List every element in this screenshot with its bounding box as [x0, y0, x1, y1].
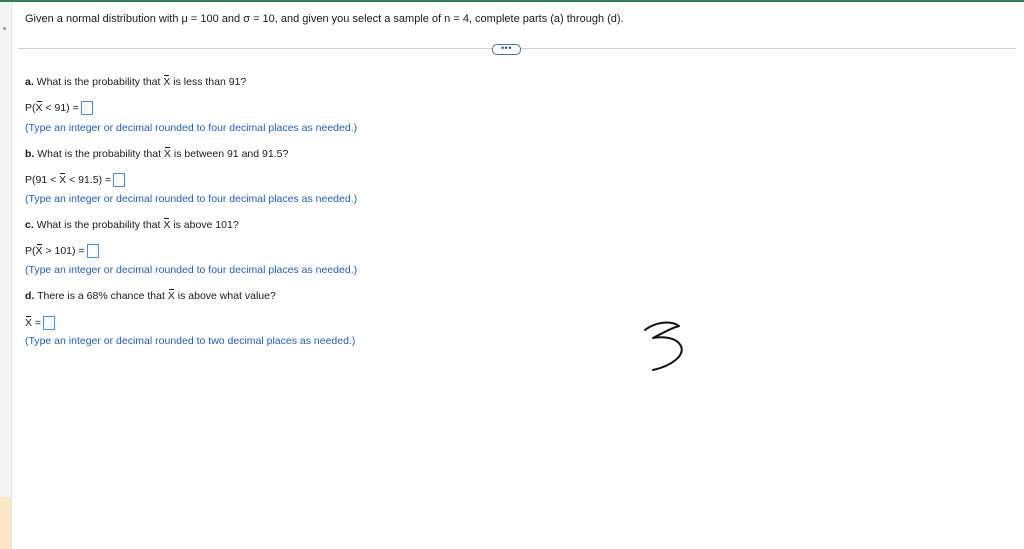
left-rail-accent	[0, 497, 11, 549]
part-c-question: c. What is the probability that X is abo…	[25, 218, 239, 231]
part-b-expression: P(91 < X < 91.5) =	[25, 172, 126, 187]
part-d-hint: (Type an integer or decimal rounded to t…	[25, 335, 356, 347]
part-b-hint: (Type an integer or decimal rounded to f…	[25, 193, 358, 205]
problem-statement: Given a normal distribution with μ = 100…	[25, 13, 624, 25]
xbar-symbol: X	[163, 75, 171, 88]
part-d-expression: X =	[25, 315, 56, 330]
sigma-symbol: σ	[243, 13, 251, 25]
xbar-symbol: X	[25, 315, 33, 329]
left-rail	[0, 2, 12, 549]
xbar-symbol: X	[163, 218, 171, 231]
xbar-symbol: X	[163, 147, 171, 160]
answer-input-a[interactable]	[80, 101, 93, 115]
xbar-symbol: X	[35, 100, 43, 114]
part-c-hint: (Type an integer or decimal rounded to f…	[25, 264, 358, 276]
part-c-expression: P(X > 101) =	[25, 243, 99, 258]
answer-input-b[interactable]	[113, 173, 126, 187]
part-d-question: d. There is a 68% chance that X is above…	[25, 289, 276, 302]
part-a-hint: (Type an integer or decimal rounded to f…	[25, 122, 358, 134]
xbar-symbol: X	[35, 243, 43, 257]
xbar-symbol: X	[59, 172, 67, 186]
left-marker	[3, 27, 6, 30]
xbar-symbol: X	[167, 289, 175, 302]
expand-more-button[interactable]: •••	[492, 44, 521, 55]
part-a-expression: P(X < 91) =	[25, 100, 93, 115]
answer-input-c[interactable]	[86, 244, 99, 258]
handwritten-scribble-icon	[644, 321, 683, 371]
part-a-question: a. What is the probability that X is les…	[25, 75, 247, 88]
part-b-question: b. What is the probability that X is bet…	[25, 147, 289, 160]
answer-input-d[interactable]	[43, 316, 56, 330]
top-accent-rule	[0, 0, 1024, 2]
